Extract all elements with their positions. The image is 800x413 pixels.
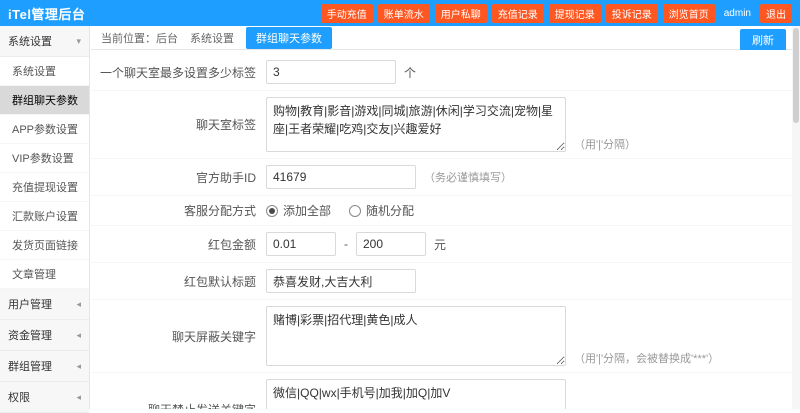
chevron-down-icon: ▾ [76,36,81,47]
vertical-scrollbar [792,26,800,409]
radio-label: 添加全部 [283,202,331,219]
topmenu-browse-home[interactable]: 浏览首页 [663,4,715,23]
breadcrumb-location: 当前位置：后台 [101,30,178,46]
scrollbar-thumb[interactable] [793,28,799,123]
topmenu-logout[interactable]: 退出 [760,4,792,23]
form-row-service-assign: 客服分配方式 添加全部 随机分配 [91,196,792,226]
chevron-left-icon: ◂ [76,361,81,372]
top-bar: iTel管理后台 手动充值 账单流水 用户私聊 充值记录 提现记录 投诉记录 浏… [0,0,800,26]
field-label: 聊天室标签 [91,116,266,133]
redpacket-min-input[interactable] [266,232,336,256]
tag-count-input[interactable] [266,60,396,84]
tab-group-chat-params[interactable]: 群组聊天参数 [246,27,332,49]
blocked-keywords-textarea[interactable]: 赌博|彩票|招代理|黄色|成人 [266,306,566,366]
form-row-tag-count: 一个聊天室最多设置多少标签 个 [91,54,792,91]
sidebar-group-user-mgmt[interactable]: 用户管理 ◂ [0,289,89,320]
form-row-assistant-id: 官方助手ID （务必谨慎填写） [91,159,792,196]
sidebar-submenu: 系统设置 群组聊天参数 APP参数设置 VIP参数设置 充值提现设置 汇款账户设… [0,57,89,289]
topmenu-recharge-records[interactable]: 充值记录 [492,4,544,23]
field-hint: （务必谨慎填写） [424,169,512,185]
form-row-forbidden-keywords: 聊天禁止发送关键字 微信|QQ|wx|手机号|加我|加Q|加V （用'|'分隔，… [91,373,792,409]
assistant-id-input[interactable] [266,165,416,189]
sidebar-group-label: 系统设置 [8,33,52,49]
sidebar-group-label: 资金管理 [8,327,52,343]
radio-label: 随机分配 [366,202,414,219]
field-label: 红包金额 [91,236,266,253]
tab-system-settings[interactable]: 系统设置 [190,30,234,46]
chevron-left-icon: ◂ [76,392,81,403]
radio-icon [266,205,278,217]
sidebar-item-remit-account[interactable]: 汇款账户设置 [0,202,89,231]
sidebar-item-vip-params[interactable]: VIP参数设置 [0,144,89,173]
topmenu-admin-user[interactable]: admin [720,6,755,21]
refresh-button[interactable]: 刷新 [740,29,786,51]
app-logo: iTel管理后台 [8,4,85,23]
sidebar-item-delivery-link[interactable]: 发货页面链接 [0,231,89,260]
chevron-left-icon: ◂ [76,299,81,310]
field-label: 官方助手ID [91,169,266,186]
sidebar-item-app-params[interactable]: APP参数设置 [0,115,89,144]
sidebar-item-group-chat-params[interactable]: 群组聊天参数 [0,86,89,115]
sidebar-group-label: 群组管理 [8,358,52,374]
forbidden-keywords-textarea[interactable]: 微信|QQ|wx|手机号|加我|加Q|加V [266,379,566,409]
form-row-blocked-keywords: 聊天屏蔽关键字 赌博|彩票|招代理|黄色|成人 （用'|'分隔，会被替换成'**… [91,300,792,373]
chevron-left-icon: ◂ [76,330,81,341]
sidebar-item-system-settings[interactable]: 系统设置 [0,57,89,86]
form-row-redpacket-amount: 红包金额 - 元 [91,226,792,263]
field-hint: （用'|'分隔，会被替换成'***'） [574,350,719,366]
sidebar-group-system-settings[interactable]: 系统设置 ▾ [0,26,89,57]
topmenu-withdraw-records[interactable]: 提现记录 [549,4,601,23]
redpacket-title-input[interactable] [266,269,416,293]
sidebar-item-recharge-withdraw[interactable]: 充值提现设置 [0,173,89,202]
breadcrumb: 当前位置：后台 系统设置 群组聊天参数 刷新 [91,26,792,50]
field-label: 红包默认标题 [91,273,266,290]
unit-label: 个 [404,64,416,81]
sidebar-group-label: 权限 [8,389,30,405]
radio-random-assign[interactable]: 随机分配 [349,202,414,219]
sidebar-group-label: 用户管理 [8,296,52,312]
field-label: 聊天屏蔽关键字 [91,328,266,345]
sidebar-group-funds-mgmt[interactable]: 资金管理 ◂ [0,320,89,351]
topmenu-complaint-records[interactable]: 投诉记录 [606,4,658,23]
topmenu-manual-recharge[interactable]: 手动充值 [321,4,373,23]
form-row-redpacket-title: 红包默认标题 [91,263,792,300]
form-row-room-tags: 聊天室标签 购物|教育|影音|游戏|同城|旅游|休闲|学习交流|宠物|星座|王者… [91,91,792,159]
topmenu-user-chat[interactable]: 用户私聊 [435,4,487,23]
field-label: 聊天禁止发送关键字 [91,401,266,410]
radio-icon [349,205,361,217]
field-label: 一个聊天室最多设置多少标签 [91,64,266,81]
unit-label: 元 [434,236,446,253]
sidebar-item-article-mgmt[interactable]: 文章管理 [0,260,89,289]
sidebar-group-group-mgmt[interactable]: 群组管理 ◂ [0,351,89,382]
room-tags-textarea[interactable]: 购物|教育|影音|游戏|同城|旅游|休闲|学习交流|宠物|星座|王者荣耀|吃鸡|… [266,97,566,152]
top-menu: 手动充值 账单流水 用户私聊 充值记录 提现记录 投诉记录 浏览首页 admin… [321,4,792,23]
redpacket-max-input[interactable] [356,232,426,256]
radio-add-all[interactable]: 添加全部 [266,202,331,219]
main-content: 一个聊天室最多设置多少标签 个 聊天室标签 购物|教育|影音|游戏|同城|旅游|… [91,50,792,409]
sidebar: 系统设置 ▾ 系统设置 群组聊天参数 APP参数设置 VIP参数设置 充值提现设… [0,26,90,409]
topmenu-bill-flow[interactable]: 账单流水 [378,4,430,23]
sidebar-group-permissions[interactable]: 权限 ◂ [0,382,89,413]
range-separator: - [344,237,348,251]
field-hint: （用'|'分隔） [574,136,636,152]
field-label: 客服分配方式 [91,202,266,219]
